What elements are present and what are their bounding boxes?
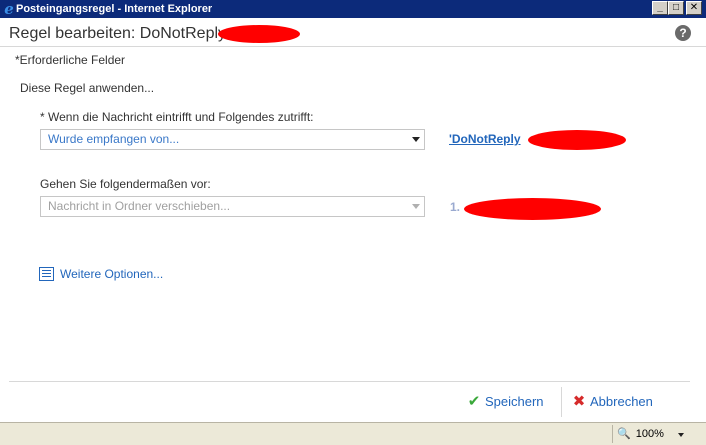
cancel-button[interactable]: ✖ Abbrechen: [571, 392, 653, 412]
save-button-label: Speichern: [485, 394, 544, 409]
zoom-level: 100%: [635, 428, 664, 440]
status-bar: 🔍 100%: [0, 422, 706, 445]
header-divider: [0, 46, 706, 47]
zoom-control[interactable]: 🔍 100%: [612, 425, 702, 443]
dialog-content: Regel bearbeiten: DoNotReply ? *Erforder…: [0, 18, 706, 422]
chevron-down-icon: [412, 204, 420, 209]
required-fields-note: *Erforderliche Felder: [15, 53, 126, 67]
rule-section-label: Diese Regel anwenden...: [20, 81, 155, 95]
condition-select-value: Wurde empfangen von...: [48, 132, 180, 146]
condition-label: * Wenn die Nachricht eintrifft und Folge…: [40, 110, 314, 124]
checkmark-icon: ✔: [467, 393, 481, 410]
zoom-icon: 🔍: [617, 428, 631, 440]
window-titlebar: e Posteingangsregel - Internet Explorer …: [0, 0, 706, 18]
close-button[interactable]: ✕: [686, 1, 702, 15]
action-select[interactable]: Nachricht in Ordner verschieben...: [40, 196, 425, 217]
page-title: Regel bearbeiten: DoNotReply: [9, 25, 227, 42]
internet-explorer-icon: e: [4, 0, 14, 18]
redaction-mark: [464, 198, 601, 220]
more-options-label: Weitere Optionen...: [60, 267, 164, 281]
condition-value-link[interactable]: 'DoNotReply: [449, 132, 521, 146]
cancel-x-icon: ✖: [572, 393, 586, 410]
save-button[interactable]: ✔ Speichern: [466, 392, 544, 412]
footer-divider: [9, 381, 690, 382]
action-value[interactable]: 1.: [450, 200, 460, 214]
list-icon: [39, 267, 54, 281]
help-icon[interactable]: ?: [675, 25, 691, 41]
action-label: Gehen Sie folgendermaßen vor:: [40, 177, 211, 191]
condition-select[interactable]: Wurde empfangen von...: [40, 129, 425, 150]
redaction-mark: [218, 25, 300, 43]
chevron-down-icon: [412, 137, 420, 142]
action-select-value: Nachricht in Ordner verschieben...: [48, 199, 231, 213]
cancel-button-label: Abbrechen: [590, 394, 653, 409]
redaction-mark: [528, 130, 626, 150]
maximize-button[interactable]: □: [668, 1, 684, 15]
window-title: Posteingangsregel - Internet Explorer: [16, 3, 213, 15]
minimize-button[interactable]: _: [652, 1, 668, 15]
button-divider: [561, 387, 562, 417]
chevron-down-icon: [678, 433, 684, 437]
